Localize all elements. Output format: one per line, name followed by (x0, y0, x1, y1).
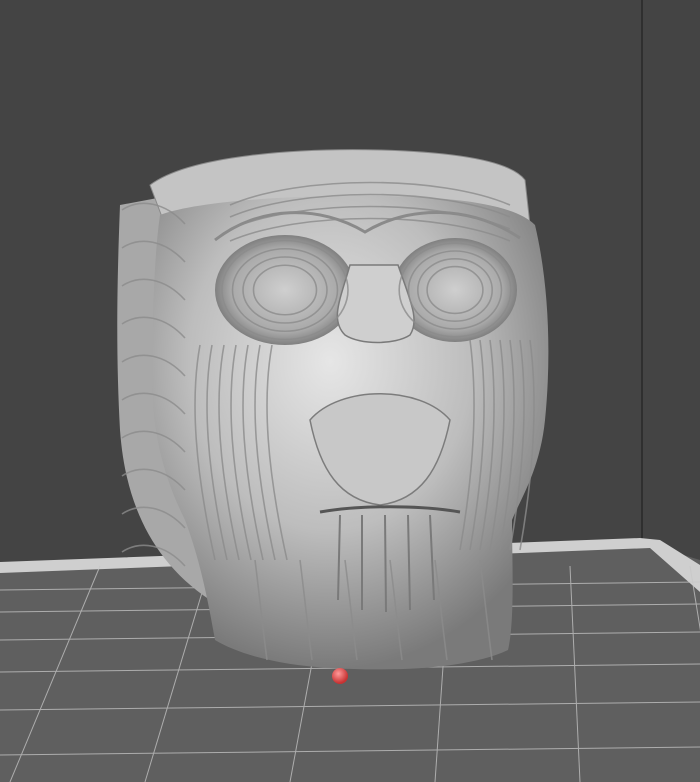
3d-viewport[interactable] (0, 0, 700, 782)
left-eye-socket (215, 235, 355, 345)
nose (336, 264, 415, 344)
red-sphere-icon[interactable] (332, 668, 348, 684)
scene-canvas[interactable] (0, 0, 700, 782)
